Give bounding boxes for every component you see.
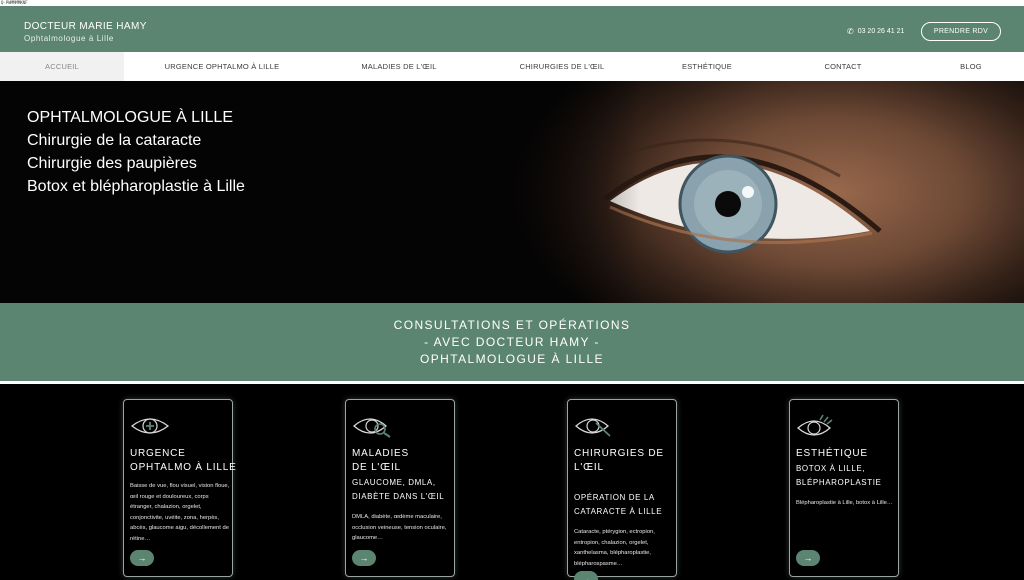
nav-item-blog[interactable]: BLOG bbox=[918, 52, 1024, 81]
brand-name[interactable]: DOCTEUR MARIE HAMY bbox=[24, 21, 147, 32]
banner-line-1: CONSULTATIONS ET OPÉRATIONS bbox=[393, 317, 631, 332]
hero-line-cataracte: Chirurgie de la cataracte bbox=[27, 132, 202, 149]
card-description: Blépharoplastie à Lille, botox à Lille… bbox=[796, 500, 893, 506]
nav-item-urgence[interactable]: URGENCE OPHTALMO À LILLE bbox=[124, 52, 320, 81]
hero-line-botox: Botox et blépharoplastie à Lille bbox=[27, 178, 245, 195]
card-arrow-button[interactable]: → bbox=[130, 550, 154, 566]
eye-magnifier-icon bbox=[353, 418, 391, 438]
nav-item-chirurgies[interactable]: CHIRURGIES DE L'ŒIL bbox=[478, 52, 646, 81]
card-description: Cataracte, ptérygion, ectropion, entropi… bbox=[574, 529, 655, 567]
site-header: DOCTEUR MARIE HAMY Ophtalmologue à Lille… bbox=[0, 6, 1024, 52]
phone-number: 03 20 26 41 21 bbox=[857, 28, 905, 35]
main-nav: ACCUEIL URGENCE OPHTALMO À LILLE MALADIE… bbox=[0, 52, 1024, 81]
card-title: CHIRURGIES DE L'ŒIL bbox=[574, 448, 664, 473]
card-arrow-button[interactable]: → bbox=[352, 550, 376, 566]
nav-item-contact[interactable]: CONTACT bbox=[768, 52, 918, 81]
eye-scalpel-icon bbox=[575, 418, 611, 437]
eye-cross-icon bbox=[130, 418, 170, 434]
service-card-chirurgies[interactable]: CHIRURGIES DE L'ŒIL OPÉRATION DE LA CATA… bbox=[567, 399, 677, 580]
card-title: ESTHÉTIQUE bbox=[796, 448, 868, 459]
eye-lashes-icon bbox=[797, 414, 833, 436]
hero-title: OPHTALMOLOGUE À LILLE bbox=[27, 109, 233, 126]
card-title: URGENCE OPHTALMO À LILLE bbox=[130, 448, 237, 473]
hero-headline: OPHTALMOLOGUE À LILLE Chirurgie de la ca… bbox=[27, 106, 245, 198]
card-arrow-button[interactable]: → bbox=[574, 571, 598, 580]
consultations-banner: CONSULTATIONS ET OPÉRATIONS - AVEC DOCTE… bbox=[0, 303, 1024, 381]
hero-section: OPHTALMOLOGUE À LILLE Chirurgie de la ca… bbox=[0, 81, 1024, 303]
card-subtitle: BOTOX À LILLE, BLÉPHAROPLASTIE bbox=[796, 464, 882, 487]
nav-item-esthetique[interactable]: ESTHÉTIQUE bbox=[646, 52, 768, 81]
card-arrow-button[interactable]: → bbox=[796, 550, 820, 566]
services-section: URGENCE OPHTALMO À LILLE Baisse de vue, … bbox=[0, 384, 1024, 580]
card-title: MALADIES DE L'ŒIL bbox=[352, 448, 409, 473]
card-subtitle: GLAUCOME, DMLA, DIABÈTE DANS L'ŒIL bbox=[352, 478, 445, 501]
phone-icon: ✆ bbox=[847, 27, 854, 36]
card-subtitle: OPÉRATION DE LA CATARACTE À LILLE bbox=[574, 493, 663, 516]
service-card-maladies[interactable]: MALADIES DE L'ŒIL GLAUCOME, DMLA, DIABÈT… bbox=[345, 399, 455, 577]
hero-line-paupieres: Chirurgie des paupières bbox=[27, 155, 197, 172]
brand-subtitle: Ophtalmologue à Lille bbox=[24, 34, 114, 43]
card-description: Baisse de vue, flou visuel, vision floue… bbox=[130, 483, 230, 542]
hero-fade bbox=[480, 81, 640, 303]
nav-item-maladies[interactable]: MALADIES DE L'ŒIL bbox=[320, 52, 478, 81]
card-description: DMLA, diabète, œdème maculaire, occlusio… bbox=[352, 514, 447, 541]
nav-item-accueil[interactable]: ACCUEIL bbox=[0, 52, 124, 81]
banner-line-2: - AVEC DOCTEUR HAMY - bbox=[424, 334, 600, 349]
service-card-esthetique[interactable]: ESTHÉTIQUE BOTOX À LILLE, BLÉPHAROPLASTI… bbox=[789, 399, 899, 577]
appointment-button[interactable]: PRENDRE RDV bbox=[921, 22, 1001, 41]
banner-line-3: OPHTALMOLOGUE À LILLE bbox=[420, 351, 604, 366]
phone-link[interactable]: ✆ 03 20 26 41 21 bbox=[847, 27, 904, 36]
service-card-urgence[interactable]: URGENCE OPHTALMO À LILLE Baisse de vue, … bbox=[123, 399, 236, 577]
